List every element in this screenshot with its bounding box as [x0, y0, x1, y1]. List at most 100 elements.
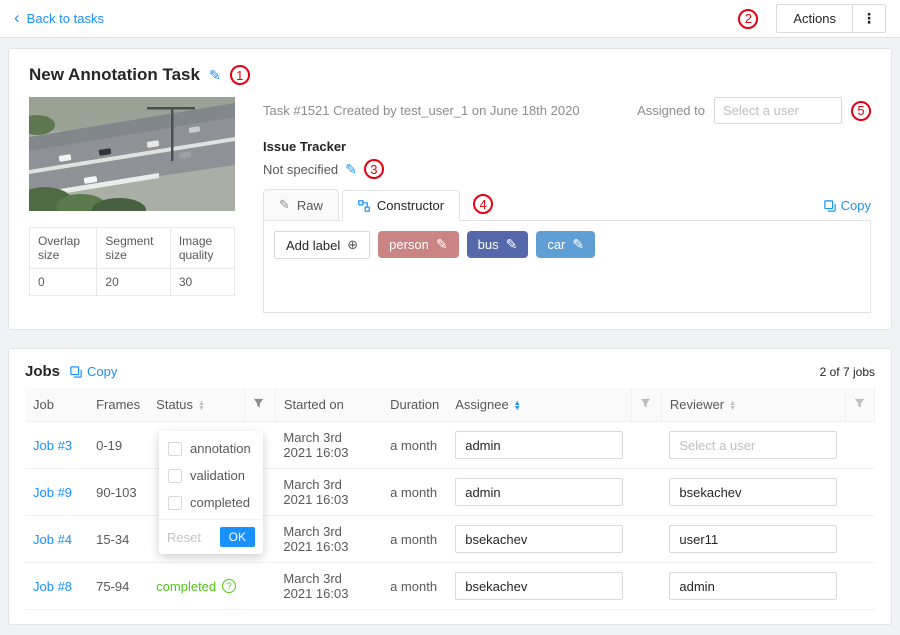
param-header: Image quality	[170, 228, 234, 269]
actions-button-group: Actions ⋮	[776, 4, 886, 33]
tab-constructor[interactable]: Constructor	[342, 190, 460, 221]
column-started-on: Started on	[275, 388, 382, 422]
task-parameters-table: Overlap size Segment size Image quality …	[29, 227, 235, 296]
assignee-filter-button[interactable]	[631, 388, 661, 422]
column-assignee: Assignee▲▼	[447, 388, 631, 422]
question-circle-icon[interactable]: ?	[222, 579, 236, 593]
duration-value: a month	[390, 485, 437, 500]
spacer-cell	[631, 516, 661, 563]
param-value: 0	[30, 269, 97, 296]
callout-3: 3	[364, 159, 384, 179]
back-link-label: Back to tasks	[27, 11, 104, 26]
jobs-table-header: Job Frames Status▲▼ Started on Duration …	[25, 388, 875, 422]
status-filter-dropdown: annotation validation completed Reset OK	[159, 431, 263, 554]
label-chip-bus[interactable]: bus ✎	[467, 231, 529, 258]
status-sort-control[interactable]: ▲▼	[198, 401, 205, 411]
back-to-tasks-link[interactable]: ‹ Back to tasks	[14, 11, 104, 26]
reviewer-input[interactable]	[669, 525, 837, 553]
assigned-to-label: Assigned to	[637, 103, 705, 118]
top-navigation-bar: ‹ Back to tasks 2 Actions ⋮	[0, 0, 900, 38]
edit-label-icon[interactable]: ✎	[436, 236, 448, 253]
filter-funnel-icon	[640, 398, 651, 409]
filter-option-annotation[interactable]: annotation	[159, 435, 263, 462]
label-chip-text: person	[389, 237, 429, 252]
assignee-input[interactable]	[455, 478, 623, 506]
spacer-cell	[845, 422, 874, 469]
assignee-input[interactable]	[455, 572, 623, 600]
duration-value: a month	[390, 438, 437, 453]
edit-label-icon[interactable]: ✎	[572, 236, 584, 253]
label-chip-person[interactable]: person ✎	[378, 231, 458, 258]
filter-option-label: validation	[190, 468, 245, 483]
actions-button[interactable]: Actions	[776, 4, 853, 33]
more-menu-button[interactable]: ⋮	[853, 4, 886, 33]
reviewer-sort-control[interactable]: ▲▼	[729, 401, 736, 411]
label-chip-text: car	[547, 237, 565, 252]
job-link[interactable]: Job #8	[33, 579, 72, 594]
filter-funnel-icon	[854, 398, 865, 409]
reviewer-input[interactable]	[669, 572, 837, 600]
checkbox-icon[interactable]	[168, 442, 182, 456]
sort-down-icon: ▼	[198, 406, 205, 411]
frames-value: 90-103	[96, 485, 136, 500]
issue-tracker-value: Not specified	[263, 162, 338, 177]
reviewer-input[interactable]	[669, 478, 837, 506]
job-row: Job #9 90-103 March 3rd 2021 16:03 a mon…	[25, 469, 875, 516]
edit-issue-tracker-icon[interactable]: ✎	[345, 161, 357, 178]
label-chip-text: bus	[478, 237, 499, 252]
reviewer-input[interactable]	[669, 431, 837, 459]
started-on-value: March 3rd 2021 16:03	[283, 571, 348, 601]
filter-option-completed[interactable]: completed	[159, 489, 263, 516]
sort-down-icon: ▼	[514, 406, 521, 411]
param-header: Segment size	[97, 228, 170, 269]
callout-4: 4	[473, 194, 493, 214]
checkbox-icon[interactable]	[168, 496, 182, 510]
back-chevron-icon: ‹	[14, 9, 20, 26]
spacer-cell	[845, 469, 874, 516]
filter-ok-button[interactable]: OK	[220, 527, 255, 547]
task-preview-image	[29, 97, 235, 211]
task-assignee-input[interactable]	[714, 97, 842, 124]
tab-raw[interactable]: ✎ Raw	[263, 189, 339, 220]
plus-circle-icon: ⊕	[347, 237, 358, 253]
task-details-card: New Annotation Task ✎ 1	[8, 48, 892, 330]
job-link[interactable]: Job #9	[33, 485, 72, 500]
spacer-cell	[244, 563, 275, 610]
job-link[interactable]: Job #3	[33, 438, 72, 453]
copy-jobs-link[interactable]: Copy	[70, 364, 117, 379]
copy-labels-link[interactable]: Copy	[824, 198, 871, 213]
checkbox-icon[interactable]	[168, 469, 182, 483]
label-chip-car[interactable]: car ✎	[536, 231, 595, 258]
edit-title-icon[interactable]: ✎	[209, 67, 221, 84]
edit-label-icon[interactable]: ✎	[506, 236, 518, 253]
filter-option-validation[interactable]: validation	[159, 462, 263, 489]
sort-down-icon: ▼	[729, 406, 736, 411]
page-content: New Annotation Task ✎ 1	[0, 38, 900, 635]
status-value: completed	[156, 579, 216, 594]
job-link[interactable]: Job #4	[33, 532, 72, 547]
param-value: 30	[170, 269, 234, 296]
jobs-table: Job Frames Status▲▼ Started on Duration …	[25, 388, 875, 610]
started-on-value: March 3rd 2021 16:03	[283, 477, 348, 507]
spacer-cell	[845, 563, 874, 610]
assignee-sort-control[interactable]: ▲▼	[514, 401, 521, 411]
job-row: Job #8 75-94 completed ? March 3rd 2021 …	[25, 563, 875, 610]
filter-option-label: annotation	[190, 441, 251, 456]
copy-icon	[70, 366, 82, 378]
jobs-section-title: Jobs	[25, 363, 60, 380]
frames-value: 0-19	[96, 438, 122, 453]
assignee-input[interactable]	[455, 431, 623, 459]
spacer-cell	[631, 469, 661, 516]
add-label-text: Add label	[286, 238, 340, 253]
reviewer-filter-button[interactable]	[845, 388, 874, 422]
status-filter-button[interactable]	[244, 388, 275, 422]
filter-option-label: completed	[190, 495, 250, 510]
jobs-count: 2 of 7 jobs	[820, 365, 875, 379]
add-label-button[interactable]: Add label ⊕	[274, 231, 370, 259]
filter-funnel-icon	[253, 398, 264, 409]
copy-icon	[824, 200, 836, 212]
filter-reset-button[interactable]: Reset	[167, 530, 201, 545]
jobs-card: Jobs Copy 2 of 7 jobs Job Frames Statu	[8, 348, 892, 625]
assignee-input[interactable]	[455, 525, 623, 553]
issue-tracker-title: Issue Tracker	[263, 139, 871, 154]
